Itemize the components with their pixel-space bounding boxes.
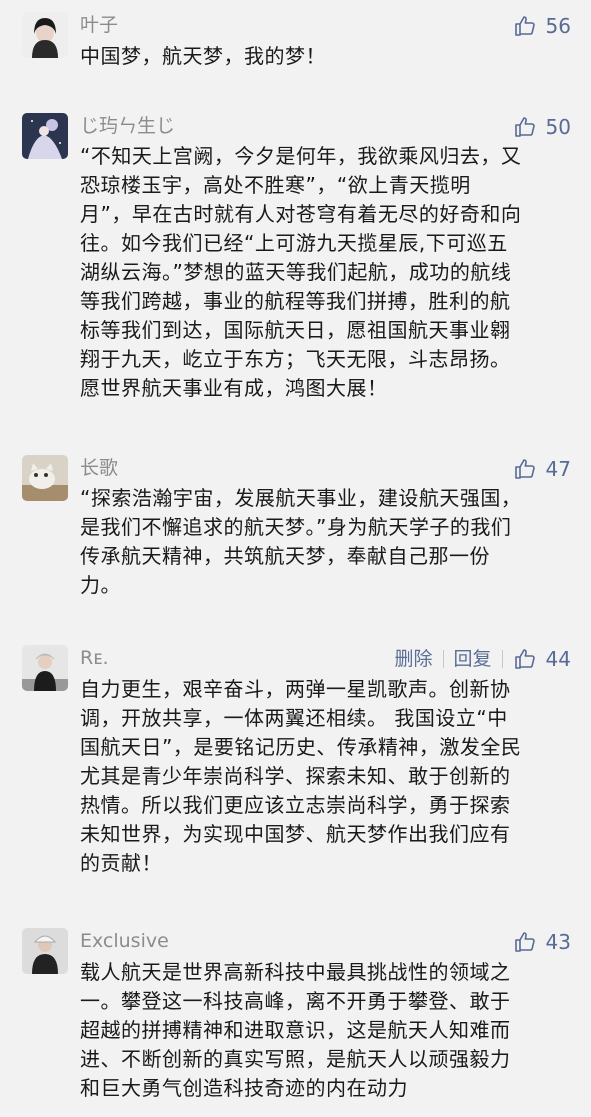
comment-actions: 50 — [513, 114, 571, 140]
commenter-name[interactable]: 叶子 — [80, 13, 118, 37]
comment-line: 恐琼楼玉宇，高处不胜寒”，“欲上青天揽明 — [80, 173, 471, 197]
like-button[interactable]: 44 — [513, 647, 571, 671]
thumbs-up-icon — [514, 459, 535, 479]
comment-text: 载人航天是世界高新科技中最具挑战性的领域之 一。攀登这一科技高峰，离不开勇于攀登… — [80, 958, 570, 1103]
like-button[interactable]: 56 — [513, 14, 571, 38]
comment-line: 自力更生，艰辛奋斗，两弹一星凯歌声。创新协 — [80, 677, 511, 701]
delete-button[interactable]: 删除 — [395, 647, 433, 671]
comment-text: “不知天上宫阙，今夕是何年，我欲乘风归去，又 恐琼楼玉宇，高处不胜寒”，“欲上青… — [80, 142, 570, 403]
comment-line: 和巨大勇气创造科技奇迹的内在动力 — [80, 1076, 408, 1100]
commenter-name[interactable]: Rᴇ. — [80, 646, 109, 670]
thumbs-up-icon — [514, 932, 535, 952]
comment-actions: 删除 回复 44 — [395, 646, 571, 672]
like-count: 50 — [545, 115, 571, 139]
comment-line: 的贡献！ — [80, 851, 162, 875]
like-button[interactable]: 47 — [513, 457, 571, 481]
comment-line: 往。如今我们已经“上可游九天揽星辰,下可巡五 — [80, 231, 508, 255]
comment-line: 等我们跨越，事业的航程等我们拼搏，胜利的航 — [80, 289, 511, 313]
comment-line: 热情。所以我们更应该立志崇尚科学，勇于探索 — [80, 793, 511, 817]
comment-line: 是我们不懈追求的航天梦。”身为航天学子的我们 — [80, 515, 512, 539]
avatar[interactable] — [22, 113, 68, 159]
avatar[interactable] — [22, 928, 68, 974]
comment-line: 尤其是青少年崇尚科学、探索未知、敢于创新的 — [80, 764, 511, 788]
reply-button[interactable]: 回复 — [454, 647, 492, 671]
comment-line: 标等我们到达，国际航天日，愿祖国航天事业翱 — [80, 318, 511, 342]
comment-line: 翔于九天，屹立于东方；飞天无限，斗志昂扬。 — [80, 347, 511, 371]
thumbs-up-icon — [514, 649, 535, 669]
like-button[interactable]: 50 — [513, 115, 571, 139]
avatar[interactable] — [22, 12, 68, 58]
action-divider — [501, 650, 503, 668]
like-count: 43 — [545, 930, 571, 954]
avatar[interactable] — [22, 645, 68, 691]
avatar[interactable] — [22, 455, 68, 501]
comment-line: 进、不断创新的真实写照，是航天人以顽强毅力 — [80, 1047, 511, 1071]
comment-line: 月”，早在古时就有人对苍穹有着无尽的好奇和向 — [80, 202, 522, 226]
like-count: 47 — [545, 457, 571, 481]
comment-line: 湖纵云海。”梦想的蓝天等我们起航，成功的航线 — [80, 260, 512, 284]
comment-line: 超越的拼搏精神和进取意识，这是航天人知难而 — [80, 1018, 511, 1042]
comment-actions: 43 — [513, 929, 571, 955]
comment-line: “不知天上宫阙，今夕是何年，我欲乘风归去，又 — [80, 144, 522, 168]
commenter-name[interactable]: 长歌 — [80, 456, 118, 480]
comment-line: 力。 — [80, 573, 121, 597]
thumbs-up-icon — [514, 16, 535, 36]
comment-line: 一。攀登这一科技高峰，离不开勇于攀登、敢于 — [80, 989, 511, 1013]
comment-line: 未知世界，为实现中国梦、航天梦作出我们应有 — [80, 822, 511, 846]
comment-actions: 56 — [513, 13, 571, 39]
commenter-name[interactable]: Exclusive — [80, 929, 169, 953]
action-divider — [442, 650, 444, 668]
like-button[interactable]: 43 — [513, 930, 571, 954]
comment-line: 国航天日”，是要铭记历史、传承精神，激发全民 — [80, 735, 522, 759]
comment-line: 愿世界航天事业有成，鸿图大展！ — [80, 376, 388, 400]
comment-line: 调，开放共享，一体两翼还相续。 我国设立“中 — [80, 706, 508, 730]
comment-text: 自力更生，艰辛奋斗，两弹一星凯歌声。创新协 调，开放共享，一体两翼还相续。 我国… — [80, 675, 570, 878]
commenter-name[interactable]: じ玙ㄣ生じ — [80, 114, 175, 138]
comment-line: 载人航天是世界高新科技中最具挑战性的领域之 — [80, 960, 511, 984]
comment-line: “探索浩瀚宇宙，发展航天事业，建设航天强国， — [80, 486, 522, 510]
comment-line: 中国梦，航天梦，我的梦！ — [80, 44, 326, 68]
comment-text: “探索浩瀚宇宙，发展航天事业，建设航天强国， 是我们不懈追求的航天梦。”身为航天… — [80, 484, 570, 600]
like-count: 44 — [545, 647, 571, 671]
comment-actions: 47 — [513, 456, 571, 482]
comment-text: 中国梦，航天梦，我的梦！ — [80, 42, 570, 71]
thumbs-up-icon — [514, 117, 535, 137]
comment-line: 传承航天精神，共筑航天梦，奉献自己那一份 — [80, 544, 490, 568]
like-count: 56 — [545, 14, 571, 38]
